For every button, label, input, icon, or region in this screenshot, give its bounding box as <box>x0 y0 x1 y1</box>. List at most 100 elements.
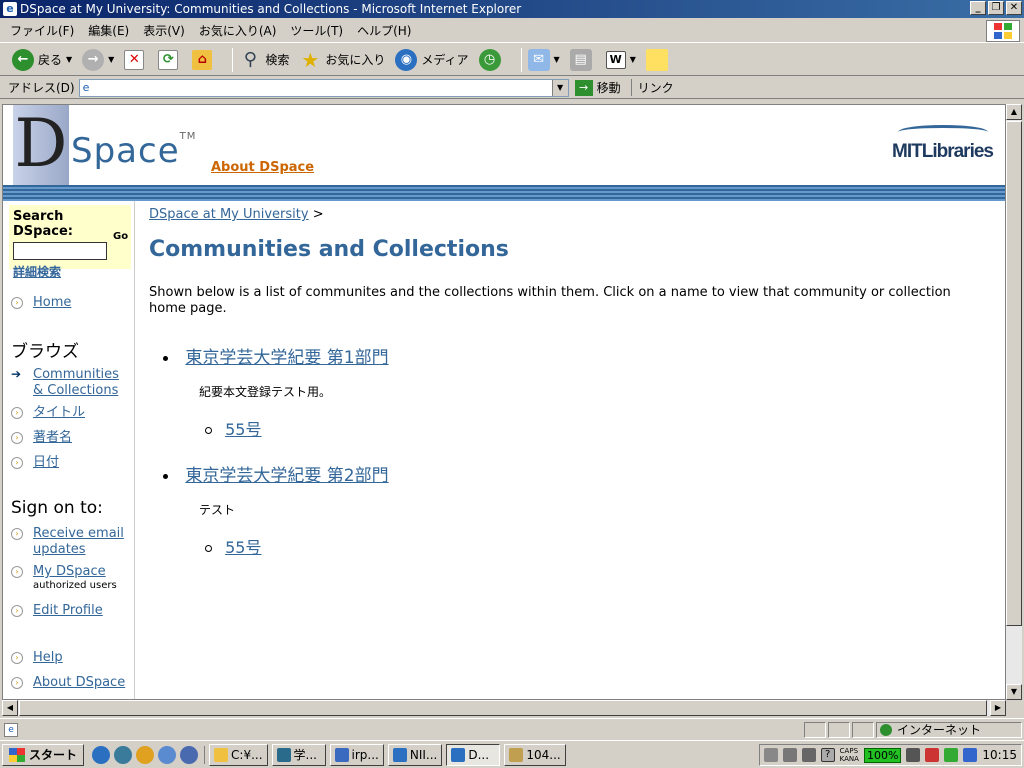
nav-item-home[interactable]: › Home <box>11 295 71 311</box>
address-dropdown-icon[interactable]: ▼ <box>551 79 568 96</box>
bullet-dot <box>163 355 168 361</box>
bluetooth-icon[interactable] <box>963 748 978 762</box>
collection-link[interactable]: 55号 <box>225 420 261 439</box>
menu-edit[interactable]: 編集(E) <box>88 22 129 39</box>
address-label: アドレス(D) <box>8 81 75 95</box>
collection-link[interactable]: 55号 <box>225 538 261 557</box>
discuss-button[interactable] <box>645 48 672 71</box>
menu-tools[interactable]: ツール(T) <box>290 22 343 39</box>
stop-button[interactable]: ✕ <box>124 49 148 70</box>
maximize-button[interactable]: ❐ <box>988 1 1004 15</box>
history-button[interactable]: ◷ <box>478 48 505 71</box>
navigation-sidebar: Search DSpace: Go 詳細検索 › Home ブラウズ ➔ Com… <box>3 201 135 699</box>
taskbar-item-104[interactable]: 104... <box>504 743 566 766</box>
community-link[interactable]: 東京学芸大学紀要 第2部門 <box>185 466 388 486</box>
print-button[interactable]: ▤ <box>569 48 596 71</box>
links-button[interactable]: リンク <box>630 79 674 96</box>
go-button[interactable]: 移動 <box>597 79 621 96</box>
back-dropdown-icon[interactable]: ▼ <box>66 55 72 64</box>
about-dspace-link[interactable]: About DSpace <box>211 160 314 175</box>
scroll-right-icon[interactable]: ▶ <box>990 700 1006 716</box>
messenger-quicklaunch-icon[interactable] <box>158 745 177 764</box>
browse-heading: ブラウズ <box>11 342 79 362</box>
app-icon <box>509 747 524 762</box>
netscape-quicklaunch-icon[interactable] <box>114 745 133 764</box>
antivirus-icon[interactable] <box>944 748 959 762</box>
my-dspace-subtitle: authorized users <box>33 580 117 591</box>
scroll-thumb[interactable] <box>1006 121 1022 626</box>
community-description: 紀要本文登録テスト用。 <box>199 385 332 399</box>
bullet-arrow-icon: › <box>11 528 23 540</box>
pen-icon[interactable] <box>801 748 816 762</box>
desktop-quicklaunch-icon[interactable] <box>180 745 199 764</box>
media-button[interactable]: ◉ メディア <box>395 48 469 71</box>
taskbar-item-irp[interactable]: irp... <box>329 743 384 766</box>
search-button[interactable]: ⚲ 検索 <box>239 49 290 71</box>
edit-dropdown-icon[interactable]: ▼ <box>630 55 636 64</box>
nav-item-title[interactable]: › タイトル <box>11 405 85 421</box>
mail-dropdown-icon[interactable]: ▼ <box>554 55 560 64</box>
mail-button[interactable]: ✉ ▼ <box>527 48 560 71</box>
nav-item-author[interactable]: › 著者名 <box>11 430 72 446</box>
go-arrow-icon[interactable]: → <box>574 79 593 96</box>
horizontal-scrollbar[interactable]: ◀ ▶ <box>2 700 1006 716</box>
bullet-arrow-icon: › <box>11 605 23 617</box>
nav-item-help[interactable]: › Help <box>11 650 63 666</box>
address-input[interactable]: e ▼ <box>78 78 569 97</box>
nav-item-date[interactable]: › 日付 <box>11 455 59 471</box>
back-button[interactable]: ← 戻る ▼ <box>12 48 72 71</box>
breadcrumb-home-link[interactable]: DSpace at My University <box>149 207 309 222</box>
dspace-logo-text[interactable]: SpaceTM <box>71 131 196 171</box>
window-title: DSpace at My University: Communities and… <box>20 2 522 16</box>
taskbar-item-explorer[interactable]: C:¥... <box>209 743 268 766</box>
help-icon[interactable]: ? <box>820 748 835 762</box>
nav-item-receive-email[interactable]: › Receive email updates <box>11 526 131 558</box>
scroll-down-icon[interactable]: ▼ <box>1006 684 1022 700</box>
advanced-search-link[interactable]: 詳細検索 <box>13 263 127 280</box>
close-button[interactable]: ✕ <box>1006 1 1022 15</box>
internet-globe-icon <box>880 724 892 736</box>
taskbar-item-netscape[interactable]: 学... <box>271 743 326 766</box>
nav-item-edit-profile[interactable]: › Edit Profile <box>11 603 103 619</box>
scroll-thumb[interactable] <box>19 700 987 716</box>
menu-help[interactable]: ヘルプ(H) <box>357 22 411 39</box>
scroll-up-icon[interactable]: ▲ <box>1006 104 1022 120</box>
security-icon[interactable] <box>925 748 940 762</box>
clock[interactable]: 10:15 <box>982 748 1017 762</box>
status-cell <box>804 722 826 738</box>
forward-button[interactable]: → ▼ <box>82 48 114 71</box>
search-box: Search DSpace: Go 詳細検索 <box>9 205 131 279</box>
minimize-button[interactable]: _ <box>970 1 986 15</box>
keyboard-icon[interactable] <box>763 748 778 762</box>
community-link[interactable]: 東京学芸大学紀要 第1部門 <box>185 348 388 368</box>
nav-item-my-dspace[interactable]: › My DSpace authorized users <box>11 564 135 591</box>
media-quicklaunch-icon[interactable] <box>136 745 155 764</box>
battery-indicator[interactable]: 100% <box>863 747 902 763</box>
menu-file[interactable]: ファイル(F) <box>10 22 74 39</box>
ime-icon[interactable] <box>782 748 797 762</box>
taskbar-item-nii[interactable]: NII... <box>387 743 443 766</box>
nav-item-about[interactable]: › About DSpace <box>11 675 125 691</box>
home-button[interactable]: ⌂ <box>192 49 216 70</box>
favorites-button[interactable]: ★ お気に入り <box>299 48 385 72</box>
scroll-left-icon[interactable]: ◀ <box>2 700 18 716</box>
forward-dropdown-icon[interactable]: ▼ <box>108 55 114 64</box>
edit-button[interactable]: W ▼ <box>605 50 636 69</box>
vertical-scrollbar[interactable]: ▲ ▼ <box>1006 104 1022 700</box>
search-input[interactable] <box>13 242 107 260</box>
community-item: 東京学芸大学紀要 第1部門 <box>163 343 389 368</box>
ie-quicklaunch-icon[interactable] <box>92 745 111 764</box>
address-bar: アドレス(D) e ▼ → 移動 リンク <box>0 77 1024 99</box>
menu-favorites[interactable]: お気に入り(A) <box>199 22 277 39</box>
community-item: 東京学芸大学紀要 第2部門 <box>163 461 389 486</box>
search-go-button[interactable]: Go <box>113 231 128 242</box>
power-plug-icon[interactable] <box>906 748 921 762</box>
menu-view[interactable]: 表示(V) <box>143 22 185 39</box>
start-button[interactable]: スタート <box>2 743 85 766</box>
nav-item-communities[interactable]: ➔ Communities & Collections <box>11 367 131 399</box>
mit-libraries-logo[interactable]: MITLibraries <box>892 125 994 163</box>
dspace-logo-d[interactable]: D <box>13 105 69 185</box>
windows-flag-icon <box>9 747 25 762</box>
refresh-button[interactable]: ⟳ <box>158 49 182 70</box>
taskbar-item-dspace[interactable]: D... <box>446 743 501 766</box>
